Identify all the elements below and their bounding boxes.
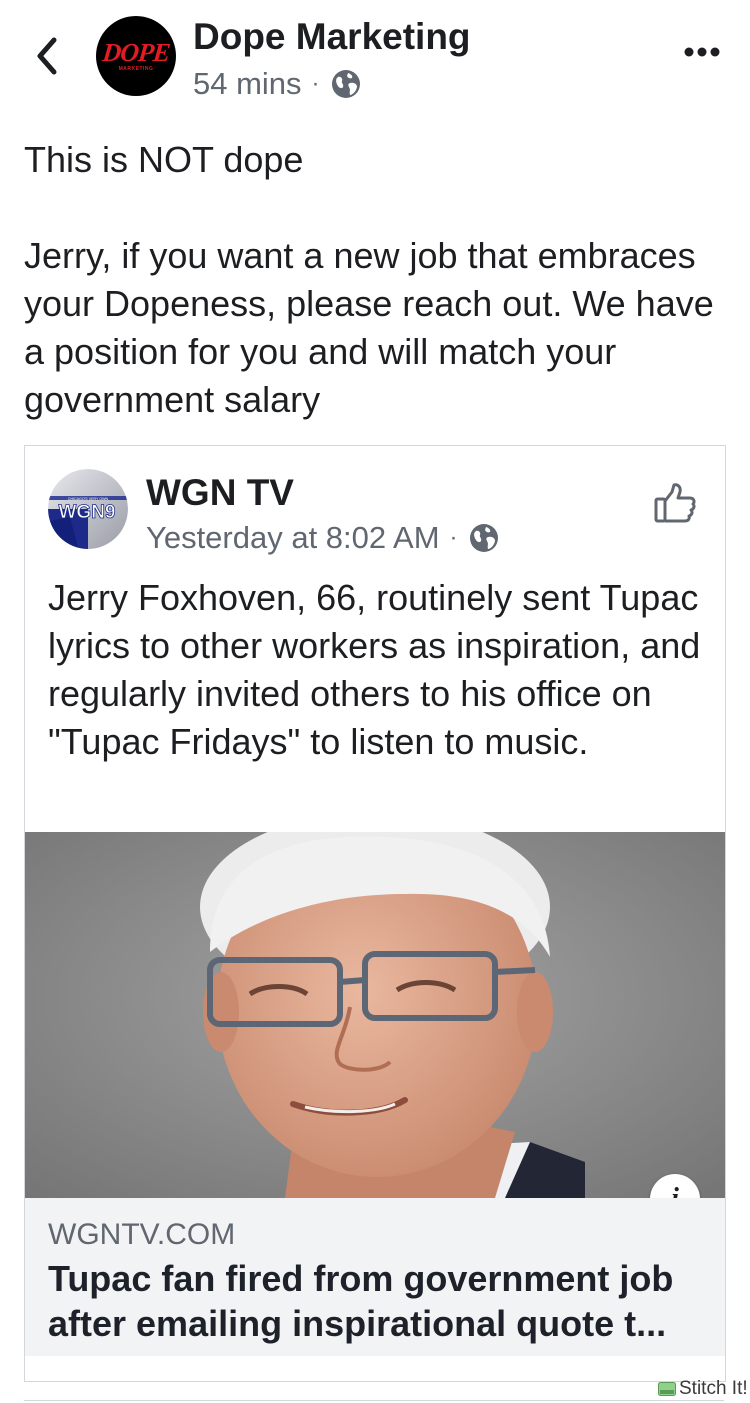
post-text-line1: This is NOT dope — [24, 139, 304, 180]
shared-meta-separator: · — [449, 524, 458, 551]
like-page-icon[interactable] — [653, 482, 697, 524]
page-name[interactable]: Dope Marketing — [193, 16, 471, 58]
more-options-icon[interactable] — [683, 40, 721, 64]
shared-page-name[interactable]: WGN TV — [146, 472, 294, 514]
post-body: This is NOT dope Jerry, if you want a ne… — [24, 136, 724, 424]
wgn-logo-text: WGN9 — [59, 502, 116, 523]
watermark-text: Stitch It! — [679, 1378, 748, 1399]
article-photo[interactable] — [25, 832, 725, 1198]
link-domain: WGNTV.COM — [48, 1218, 236, 1251]
post-header: DOPE MARKETING Dope Marketing 54 mins · — [0, 0, 750, 120]
watermark: Stitch It! — [658, 1378, 748, 1400]
wgn-avatar[interactable]: CHICAGO'S VERY OWN WGN9 — [48, 469, 128, 549]
meta-separator: · — [311, 70, 320, 97]
divider — [24, 1400, 724, 1401]
globe-icon — [469, 524, 498, 552]
shared-post-text: Jerry Foxhoven, 66, routinely sent Tupac… — [48, 577, 701, 762]
dope-marketing-avatar[interactable]: DOPE MARKETING — [96, 16, 176, 96]
avatar-logo-text: DOPE — [101, 38, 171, 67]
link-title: Tupac fan fired from government job afte… — [48, 1258, 674, 1344]
post-time[interactable]: 54 mins — [193, 66, 302, 102]
link-preview[interactable]: WGNTV.COM Tupac fan fired from governmen… — [25, 1198, 725, 1356]
shared-post-time[interactable]: Yesterday at 8:02 AM — [146, 520, 440, 556]
shared-post-meta: Yesterday at 8:02 AM · — [146, 520, 500, 556]
shared-post[interactable]: CHICAGO'S VERY OWN WGN9 WGN TV Yesterday… — [24, 445, 726, 1382]
wgn-tagline: CHICAGO'S VERY OWN — [68, 497, 109, 501]
post-text-line2: Jerry, if you want a new job that embrac… — [24, 235, 714, 420]
post-meta: 54 mins · — [193, 66, 362, 102]
avatar-logo-subtext: MARKETING — [118, 66, 154, 72]
stitch-app-icon — [658, 1382, 676, 1396]
back-arrow-icon[interactable] — [28, 34, 68, 78]
globe-icon — [331, 70, 360, 98]
